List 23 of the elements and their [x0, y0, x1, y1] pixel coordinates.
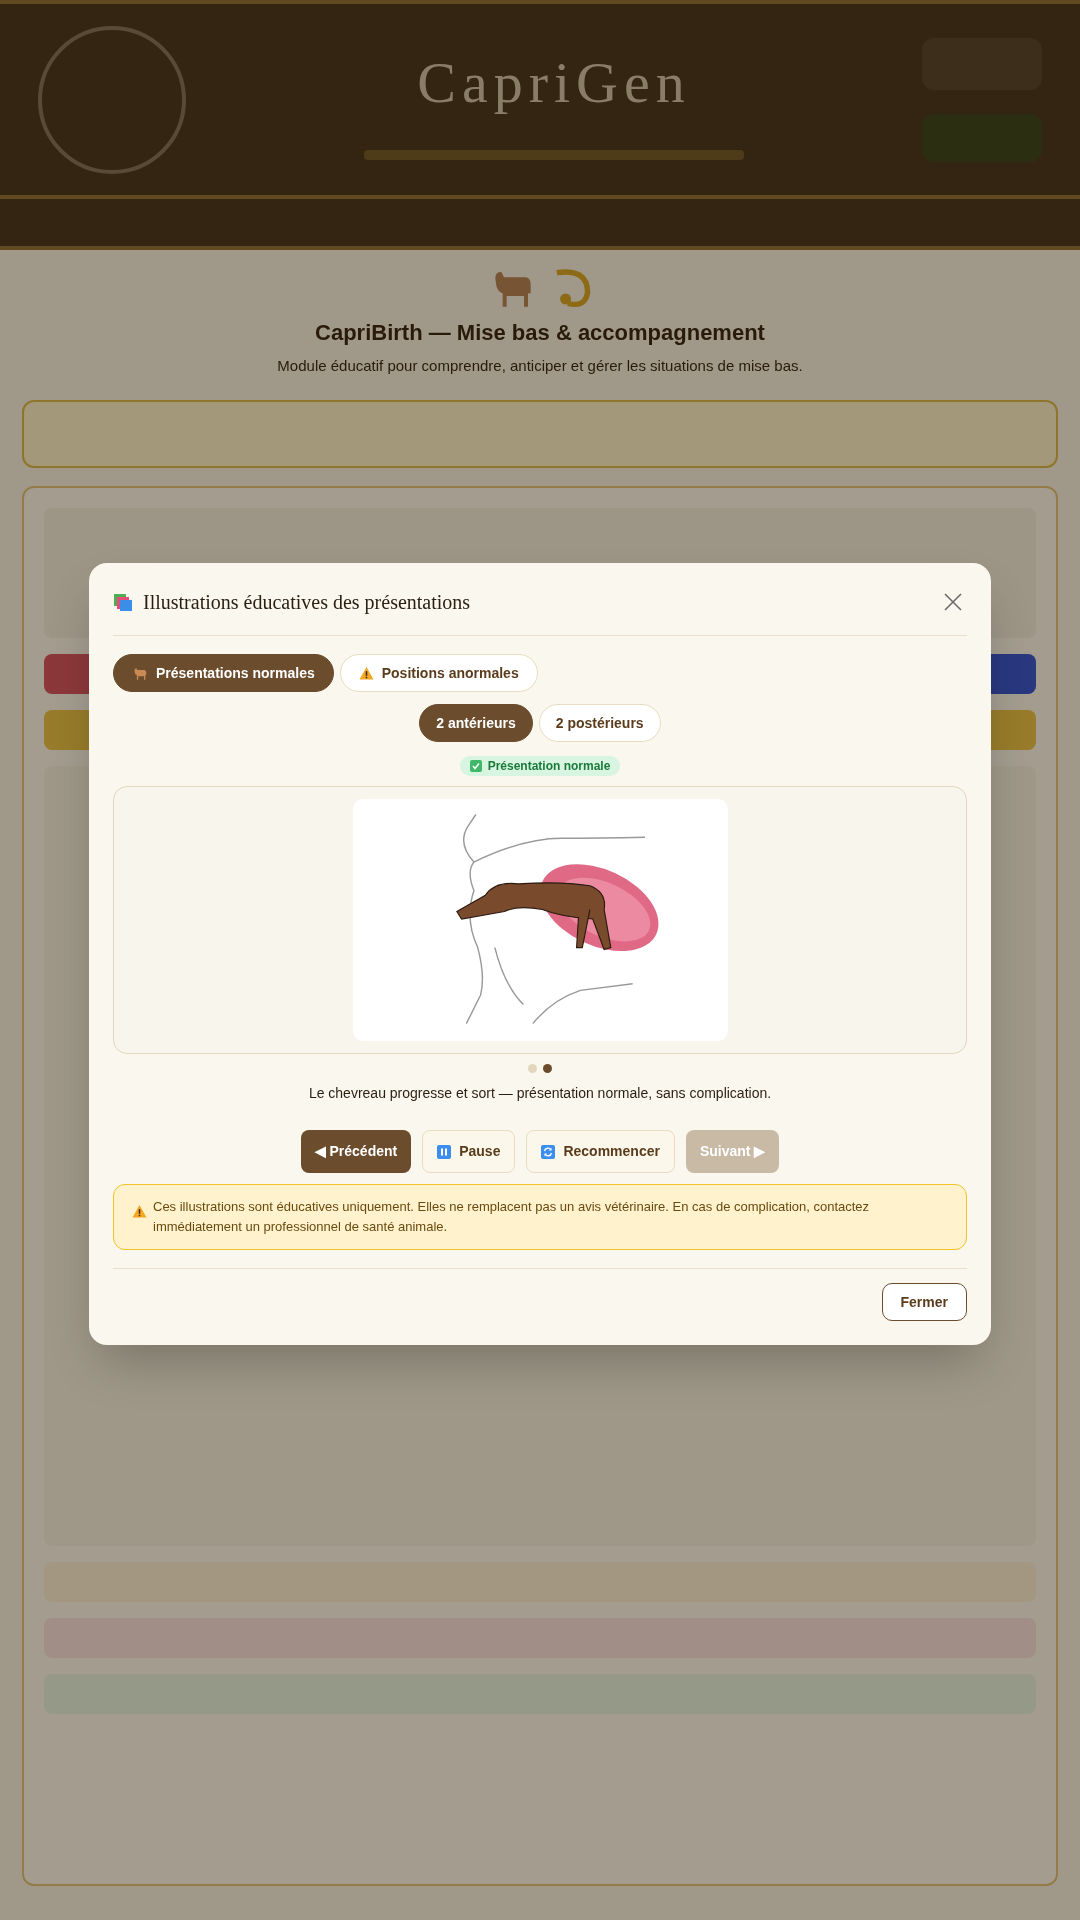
page-title: CapriBirth — Mise bas & accompagnement — [315, 319, 765, 347]
warning-icon — [358, 665, 374, 681]
goat-icon — [132, 665, 148, 681]
presentation-tab[interactable]: 2 postérieurs — [538, 704, 661, 742]
presentation-tab[interactable]: 2 antérieurs — [419, 704, 533, 742]
illustration-caption: Le chevreau progresse et sort — présentation normale, sans complication. — [307, 1084, 773, 1103]
page-subtitle: Module éducatif pour comprendre, anticiper et gérer les situations de mise bas. — [277, 356, 803, 376]
warning-icon — [132, 1204, 147, 1220]
player-button[interactable]: Pause — [422, 1130, 516, 1173]
app-title: CapriGen — [417, 49, 691, 117]
close-modal-button[interactable]: Fermer — [881, 1283, 967, 1321]
check-icon — [469, 760, 482, 772]
category-tab[interactable]: Présentations normales — [113, 654, 334, 692]
player-button[interactable]: Recommencer — [526, 1130, 675, 1173]
warning-text: Ces illustrations sont éducatives uniquement. Elles ne remplacent pas un avis vétérinaire. En cas de complication, contactez immédiatement un professionnel de santé animale. — [153, 1198, 871, 1236]
modal-title: Illustrations éducatives des présentations — [143, 590, 471, 616]
refresh-icon — [541, 1144, 556, 1159]
close-icon — [943, 592, 963, 612]
category-tab[interactable]: Positions anormales — [339, 654, 538, 692]
status-badge: Présentation normale — [459, 756, 621, 776]
player-button[interactable]: ◀ Précédent — [300, 1130, 412, 1173]
pause-icon — [437, 1144, 452, 1159]
books-icon — [113, 592, 133, 612]
